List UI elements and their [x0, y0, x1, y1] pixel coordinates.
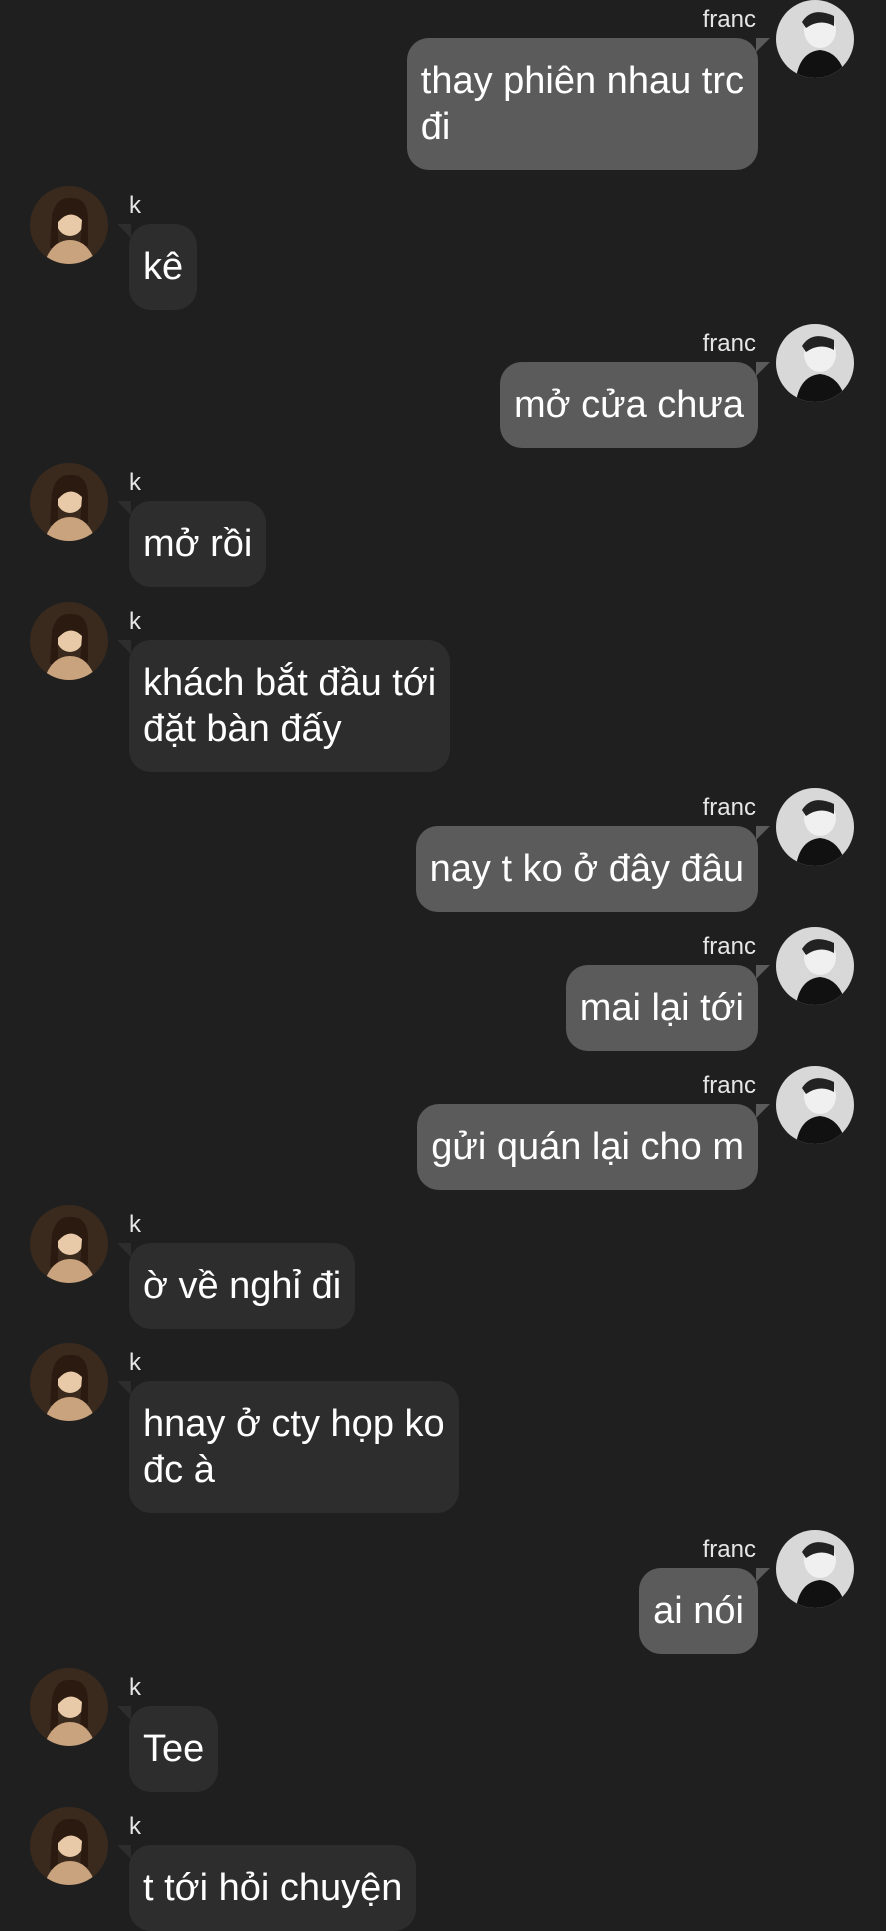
- user-avatar-k-icon[interactable]: [30, 1668, 108, 1746]
- user-avatar-k-icon[interactable]: [30, 602, 108, 680]
- sender-name: k: [129, 1674, 141, 1701]
- bubble-tail: [117, 1706, 131, 1720]
- user-avatar-k-icon[interactable]: [30, 1343, 108, 1421]
- sender-name: franc: [702, 6, 756, 33]
- sender-name: franc: [702, 794, 756, 821]
- sender-name: franc: [702, 1072, 756, 1099]
- user-avatar-franc-icon[interactable]: [776, 788, 854, 866]
- chat-thread[interactable]: franc thay phiên nhau trc đi k kê franc …: [0, 0, 886, 1931]
- sender-name: k: [129, 1349, 141, 1376]
- message-bubble[interactable]: thay phiên nhau trc đi: [406, 38, 758, 170]
- message-bubble[interactable]: hnay ở cty họp ko đc à: [129, 1381, 459, 1513]
- bubble-tail: [117, 1243, 131, 1257]
- sender-name: k: [129, 469, 141, 496]
- user-avatar-franc-icon[interactable]: [776, 1066, 854, 1144]
- user-avatar-franc-icon[interactable]: [776, 927, 854, 1005]
- message-bubble[interactable]: mở cửa chưa: [500, 362, 758, 448]
- bubble-tail: [117, 501, 131, 515]
- message-bubble[interactable]: ai nói: [639, 1568, 758, 1654]
- bubble-tail: [117, 1381, 131, 1395]
- sender-name: k: [129, 1211, 141, 1238]
- bubble-tail: [756, 826, 770, 840]
- bubble-tail: [117, 1845, 131, 1859]
- message-bubble[interactable]: mở rồi: [129, 501, 267, 587]
- bubble-tail: [756, 38, 770, 52]
- user-avatar-k-icon[interactable]: [30, 1205, 108, 1283]
- message-bubble[interactable]: kê: [129, 224, 198, 310]
- message-bubble[interactable]: ờ về nghỉ đi: [129, 1243, 356, 1329]
- bubble-tail: [756, 362, 770, 376]
- user-avatar-k-icon[interactable]: [30, 186, 108, 264]
- sender-name: k: [129, 608, 141, 635]
- message-bubble[interactable]: mai lại tới: [565, 965, 758, 1051]
- sender-name: franc: [702, 933, 756, 960]
- message-bubble[interactable]: gửi quán lại cho m: [417, 1104, 758, 1190]
- user-avatar-franc-icon[interactable]: [776, 1530, 854, 1608]
- sender-name: k: [129, 192, 141, 219]
- bubble-tail: [756, 1568, 770, 1582]
- sender-name: franc: [702, 330, 756, 357]
- bubble-tail: [117, 640, 131, 654]
- message-bubble[interactable]: nay t ko ở đây đâu: [415, 826, 758, 912]
- sender-name: franc: [702, 1536, 756, 1563]
- bubble-tail: [756, 1104, 770, 1118]
- bubble-tail: [117, 224, 131, 238]
- bubble-tail: [756, 965, 770, 979]
- sender-name: k: [129, 1813, 141, 1840]
- user-avatar-franc-icon[interactable]: [776, 324, 854, 402]
- user-avatar-franc-icon[interactable]: [776, 0, 854, 78]
- message-bubble[interactable]: Tee: [129, 1706, 219, 1792]
- user-avatar-k-icon[interactable]: [30, 463, 108, 541]
- message-bubble[interactable]: khách bắt đầu tới đặt bàn đấy: [129, 640, 451, 772]
- message-bubble[interactable]: t tới hỏi chuyện: [129, 1845, 417, 1931]
- user-avatar-k-icon[interactable]: [30, 1807, 108, 1885]
